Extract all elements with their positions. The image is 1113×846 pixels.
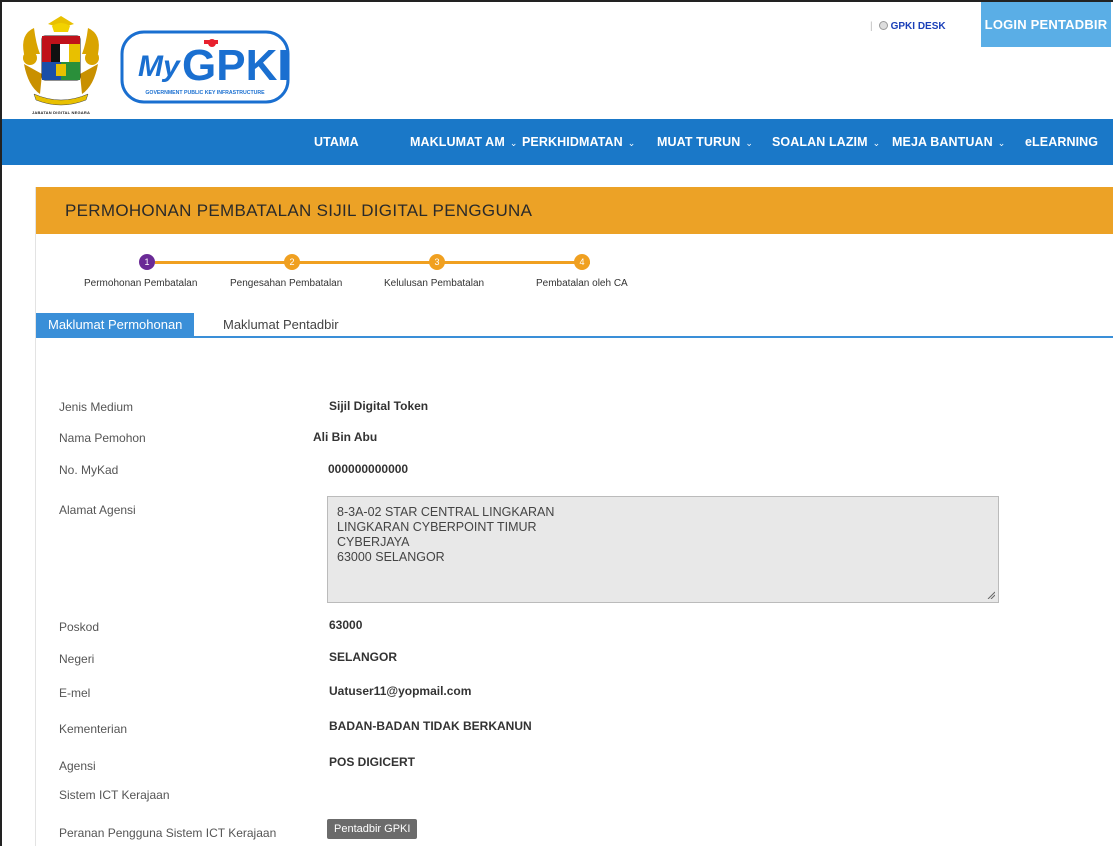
- step-4-indicator: 4: [574, 254, 590, 270]
- crest-caption: JABATAN DIGITAL NEGARA: [31, 110, 91, 115]
- label-poskod: Poskod: [59, 620, 100, 634]
- nav-item-perkhidmatan[interactable]: PERKHIDMATAN ⌄: [522, 119, 635, 165]
- chevron-down-icon: ⌄: [627, 138, 636, 148]
- value-emel: Uatuser11@yopmail.com: [329, 684, 472, 698]
- nav-item-meja-bantuan[interactable]: MEJA BANTUAN ⌄: [892, 119, 1005, 165]
- tab-maklumat-permohonan[interactable]: Maklumat Permohonan: [36, 313, 195, 336]
- stepper-connector: [155, 261, 300, 264]
- chevron-down-icon: ⌄: [745, 138, 754, 148]
- label-agensi: Agensi: [59, 759, 96, 773]
- nav-item-utama[interactable]: UTAMA: [314, 119, 359, 165]
- value-negeri: SELANGOR: [329, 650, 398, 664]
- label-alamat-agensi: Alamat Agensi: [59, 503, 136, 517]
- label-negeri: Negeri: [59, 652, 95, 666]
- svg-text:My: My: [138, 50, 181, 83]
- mygpki-logo: My GPKI GOVERNMENT PUBLIC KEY INFRASTRUC…: [120, 30, 290, 104]
- page-title: PERMOHONAN PEMBATALAN SIJIL DIGITAL PENG…: [65, 201, 533, 220]
- step-2-label: Pengesahan Pembatalan: [230, 278, 343, 289]
- address-line: CYBERJAYA: [337, 535, 410, 549]
- label-nama-pemohon: Nama Pemohon: [59, 431, 146, 445]
- value-poskod: 63000: [329, 618, 363, 632]
- stepper-connector: [300, 261, 445, 264]
- svg-text:GPKI: GPKI: [182, 41, 290, 90]
- label-emel: E-mel: [59, 686, 91, 700]
- step-2-indicator: 2: [284, 254, 300, 270]
- role-badge: Pentadbir GPKI: [327, 819, 418, 839]
- login-pentadbir-button[interactable]: LOGIN PENTADBIR: [981, 2, 1111, 47]
- gpki-desk-link[interactable]: | GPKI DESK: [870, 21, 946, 32]
- step-4-label: Pembatalan oleh CA: [536, 278, 628, 289]
- tabs-underline: [36, 336, 1113, 338]
- alamat-agensi-textarea[interactable]: 8-3A-02 STAR CENTRAL LINGKARAN LINGKARAN…: [327, 496, 999, 603]
- panel-header: PERMOHONAN PEMBATALAN SIJIL DIGITAL PENG…: [36, 187, 1113, 234]
- step-1-indicator: 1: [139, 254, 155, 270]
- main-navigation: UTAMA MAKLUMAT AM ⌄ PERKHIDMATAN ⌄ MUAT TU…: [2, 119, 1113, 165]
- step-1-label: Permohonan Pembatalan: [84, 278, 198, 289]
- nav-item-muat-turun[interactable]: MUAT TURUN ⌄: [657, 119, 753, 165]
- application-panel: PERMOHONAN PEMBATALAN SIJIL DIGITAL PENG…: [35, 187, 1113, 846]
- label-sistem-ict: Sistem ICT Kerajaan: [59, 788, 170, 802]
- coat-of-arms-logo: [23, 16, 99, 106]
- separator: |: [870, 21, 873, 32]
- stepper-connector: [445, 261, 590, 264]
- label-kementerian: Kementerian: [59, 722, 128, 736]
- globe-icon: [878, 21, 888, 30]
- value-kementerian: BADAN-BADAN TIDAK BERKANUN: [329, 719, 532, 733]
- value-no-mykad: 000000000000: [328, 462, 409, 476]
- label-no-mykad: No. MyKad: [59, 463, 119, 477]
- chevron-down-icon: ⌄: [997, 138, 1006, 148]
- label-peranan: Peranan Pengguna Sistem ICT Kerajaan: [59, 826, 277, 840]
- value-agensi: POS DIGICERT: [329, 755, 416, 769]
- step-3-indicator: 3: [429, 254, 445, 270]
- resize-handle-icon[interactable]: [987, 591, 995, 599]
- nav-item-soalan-lazim[interactable]: SOALAN LAZIM ⌄: [772, 119, 880, 165]
- step-3-label: Kelulusan Pembatalan: [384, 278, 485, 289]
- value-jenis-medium: Sijil Digital Token: [329, 399, 429, 413]
- address-line: LINGKARAN CYBERPOINT TIMUR: [337, 520, 537, 534]
- site-header: JABATAN DIGITAL NEGARA My GPKI GOVERNMEN…: [2, 2, 1113, 119]
- chevron-down-icon: ⌄: [872, 138, 881, 148]
- address-line: 8-3A-02 STAR CENTRAL LINGKARAN: [337, 505, 555, 519]
- nav-item-elearning[interactable]: eLEARNING: [1025, 119, 1098, 165]
- value-nama-pemohon: Ali Bin Abu: [313, 430, 378, 444]
- chevron-down-icon: ⌄: [509, 138, 518, 148]
- label-jenis-medium: Jenis Medium: [59, 400, 134, 414]
- tab-maklumat-pentadbir[interactable]: Maklumat Pentadbir: [211, 313, 351, 336]
- gpki-desk-label: GPKI DESK: [890, 21, 946, 32]
- nav-item-maklumat-am[interactable]: MAKLUMAT AM ⌄: [410, 119, 517, 165]
- svg-text:GOVERNMENT PUBLIC KEY INFRASTR: GOVERNMENT PUBLIC KEY INFRASTRUCTURE: [145, 90, 265, 96]
- address-line: 63000 SELANGOR: [337, 550, 445, 564]
